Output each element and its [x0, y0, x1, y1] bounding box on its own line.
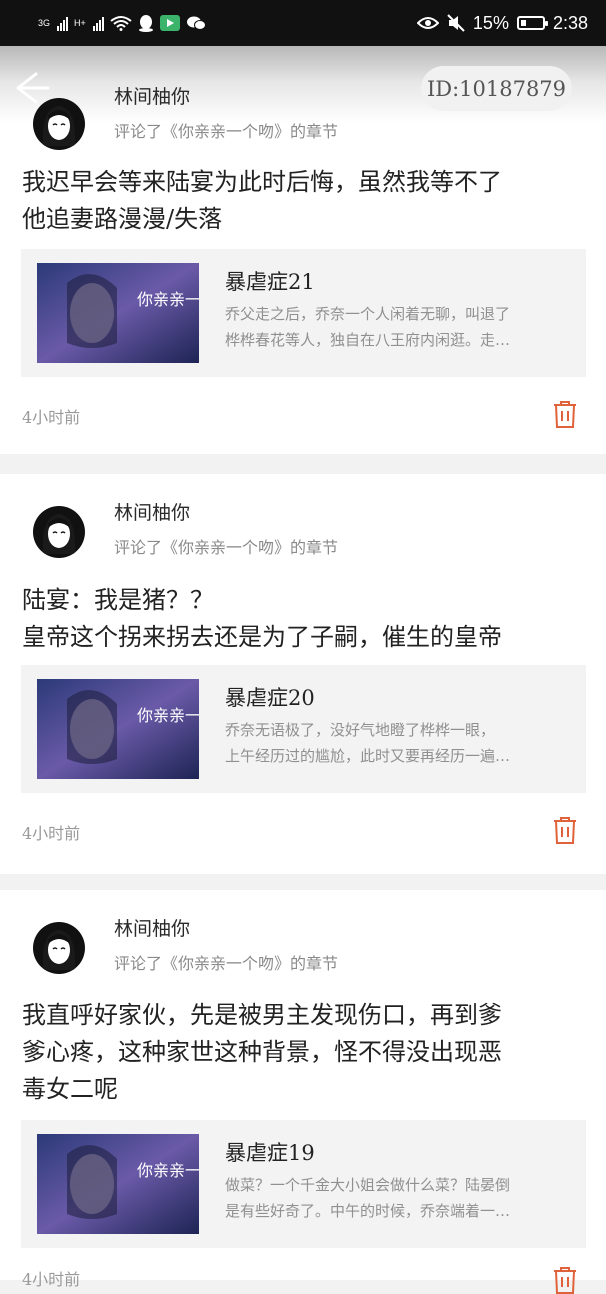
comment-line: 我迟早会等来陆宴为此时后悔，虽然我等不了 — [22, 168, 502, 196]
chapter-excerpt: 乔奈无语极了，没好气地瞪了桦桦一眼， 上午经历过的尴尬，此时又要再经历一遍… — [225, 717, 577, 769]
eye-icon — [416, 17, 439, 29]
network-type-1: 3G — [38, 17, 51, 28]
qq-icon — [138, 15, 153, 32]
book-cover: 你亲亲一个吻 — [37, 263, 199, 363]
comment-action: 评论了《你亲亲一个吻》的章节 — [114, 538, 339, 557]
comment-text: 我直呼好家伙，先是被男主发现伤口，再到爹 爹心疼，这种家世这种背景，怪不得没出现… — [22, 997, 592, 1108]
chapter-excerpt: 乔父走之后，乔奈一个人闲着无聊，叫退了 桦桦春花等人，独自在八王府内闲逛。走… — [225, 301, 577, 353]
comment-line: 陆宴：我是猪？？ — [22, 586, 214, 614]
comment-text: 我迟早会等来陆宴为此时后悔，虽然我等不了 他追妻路漫漫/失落 — [22, 164, 592, 238]
avatar[interactable] — [33, 98, 85, 150]
excerpt-line: 做菜？一个千金大小姐会做什么菜？陆晏倒 — [225, 1176, 511, 1194]
signal-icon — [57, 15, 69, 31]
status-right: 15% 2:38 — [416, 12, 588, 34]
book-cover: 你亲亲一个吻 — [37, 1134, 199, 1234]
comment-line: 他追妻路漫漫/失落 — [22, 205, 223, 233]
chapter-title: 暴虐症21 — [225, 270, 315, 294]
comment-line: 我直呼好家伙，先是被男主发现伤口，再到爹 — [22, 1001, 502, 1029]
clock: 2:38 — [552, 12, 588, 33]
chapter-card[interactable]: 你亲亲一个吻 暴虐症20 乔奈无语极了，没好气地瞪了桦桦一眼， 上午经历过的尴尬… — [21, 665, 586, 793]
comment-line: 毒女二呢 — [22, 1075, 118, 1103]
chapter-title: 暴虐症19 — [225, 1141, 315, 1165]
excerpt-line: 桦桦春花等人，独自在八王府内闲逛。走… — [225, 331, 511, 349]
comment-username[interactable]: 林间柚你 — [114, 82, 190, 109]
comment-action: 评论了《你亲亲一个吻》的章节 — [114, 122, 339, 141]
excerpt-line: 乔奈无语极了，没好气地瞪了桦桦一眼， — [225, 721, 496, 739]
user-id-badge: ID:10187879 — [421, 66, 572, 111]
comment-time: 4小时前 — [22, 408, 81, 427]
comment-action: 评论了《你亲亲一个吻》的章节 — [114, 954, 339, 973]
avatar[interactable] — [33, 506, 85, 558]
excerpt-line: 乔父走之后，乔奈一个人闲着无聊，叫退了 — [225, 305, 511, 323]
comment-line: 皇帝这个拐来拐去还是为了子嗣，催生的皇帝 — [22, 623, 502, 651]
comment-text: 陆宴：我是猪？？ 皇帝这个拐来拐去还是为了子嗣，催生的皇帝 — [22, 582, 592, 656]
battery-icon — [516, 16, 548, 30]
wifi-icon — [110, 16, 132, 31]
cover-title: 你亲亲一个吻 — [137, 290, 199, 309]
delete-icon[interactable] — [553, 816, 577, 844]
book-cover: 你亲亲一个吻 — [37, 679, 199, 779]
comment-time: 4小时前 — [22, 824, 81, 843]
video-app-icon — [159, 15, 180, 31]
delete-icon[interactable] — [553, 1266, 577, 1294]
wechat-icon — [186, 16, 206, 30]
chapter-card[interactable]: 你亲亲一个吻 暴虐症19 做菜？一个千金大小姐会做什么菜？陆晏倒 是有些好奇了。… — [21, 1120, 586, 1248]
signal-icon-2 — [92, 15, 104, 31]
battery-percent: 15% — [472, 12, 509, 33]
status-bar: 3G H+ 15% 2:38 — [0, 0, 606, 46]
excerpt-line: 是有些好奇了。中午的时候，乔奈端着一… — [225, 1202, 511, 1220]
avatar[interactable] — [33, 922, 85, 974]
mute-icon — [447, 14, 465, 32]
chapter-excerpt: 做菜？一个千金大小姐会做什么菜？陆晏倒 是有些好奇了。中午的时候，乔奈端着一… — [225, 1172, 577, 1224]
comment-line: 爹心疼，这种家世这种背景，怪不得没出现恶 — [22, 1038, 502, 1066]
delete-icon[interactable] — [553, 400, 577, 428]
excerpt-line: 上午经历过的尴尬，此时又要再经历一遍… — [225, 747, 511, 765]
cover-title: 你亲亲一个吻 — [137, 706, 199, 725]
cover-title: 你亲亲一个吻 — [137, 1161, 199, 1180]
chapter-card[interactable]: 你亲亲一个吻 暴虐症21 乔父走之后，乔奈一个人闲着无聊，叫退了 桦桦春花等人，… — [21, 249, 586, 377]
chapter-title: 暴虐症20 — [225, 686, 315, 710]
status-left: 3G H+ — [38, 14, 206, 32]
network-type-2: H+ — [74, 17, 86, 28]
comment-username[interactable]: 林间柚你 — [114, 498, 190, 525]
comment-username[interactable]: 林间柚你 — [114, 914, 190, 941]
comment-time: 4小时前 — [22, 1270, 81, 1289]
